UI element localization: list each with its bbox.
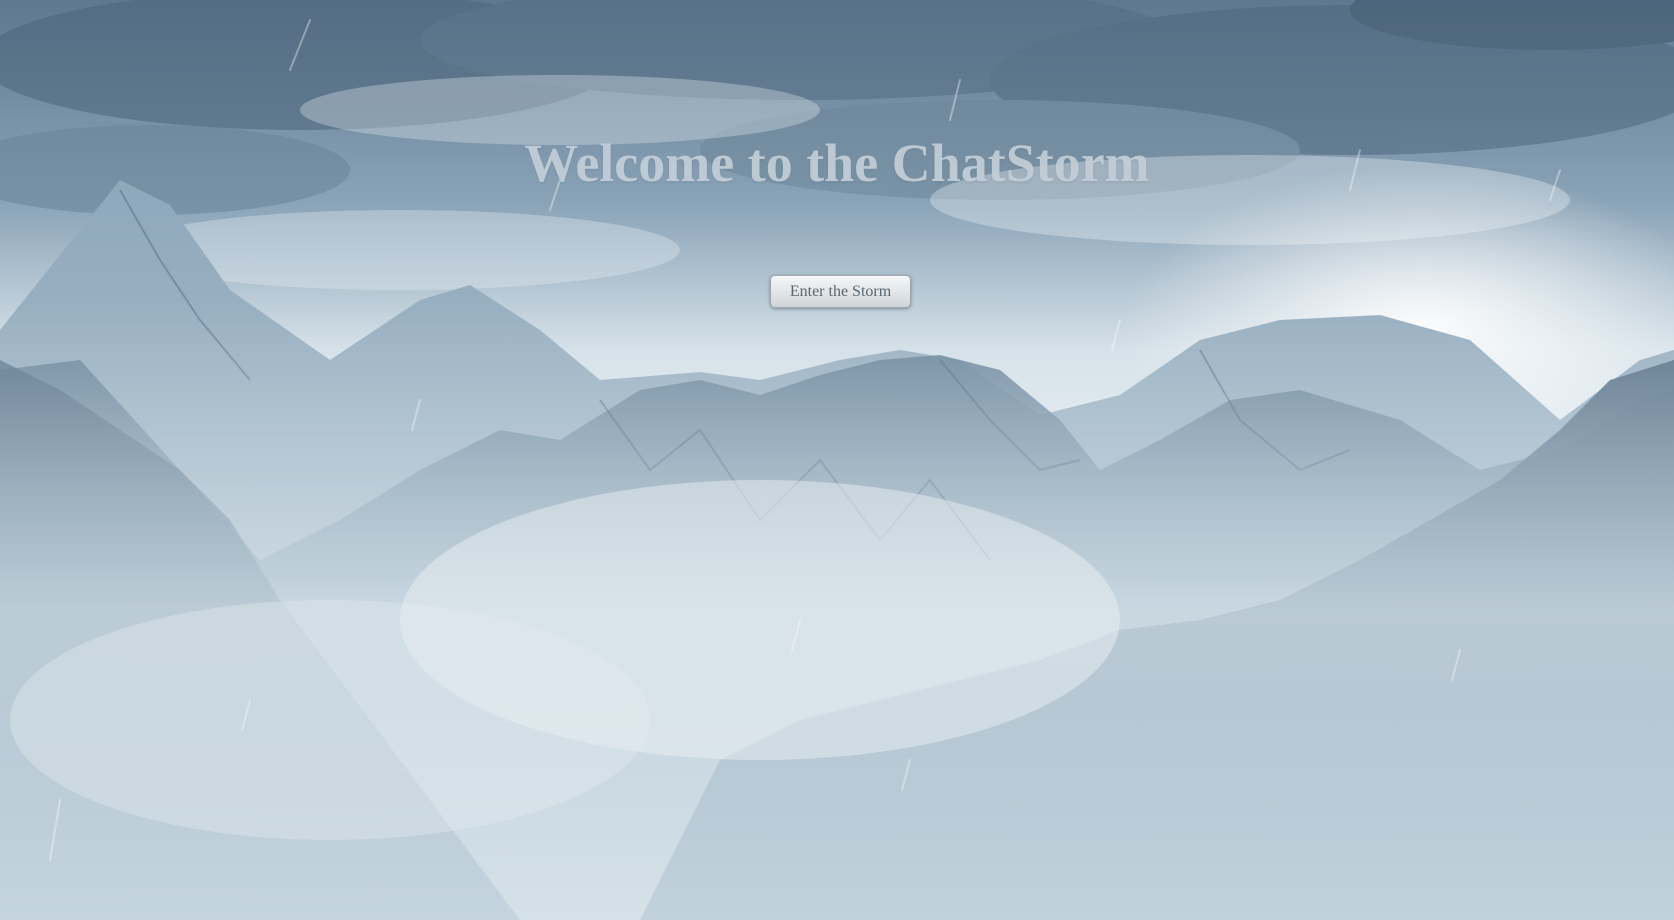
enter-storm-button[interactable]: Enter the Storm — [770, 275, 911, 308]
landing-page: Welcome to the ChatStorm Enter the Storm — [0, 0, 1674, 920]
page-title: Welcome to the ChatStorm — [524, 133, 1150, 193]
